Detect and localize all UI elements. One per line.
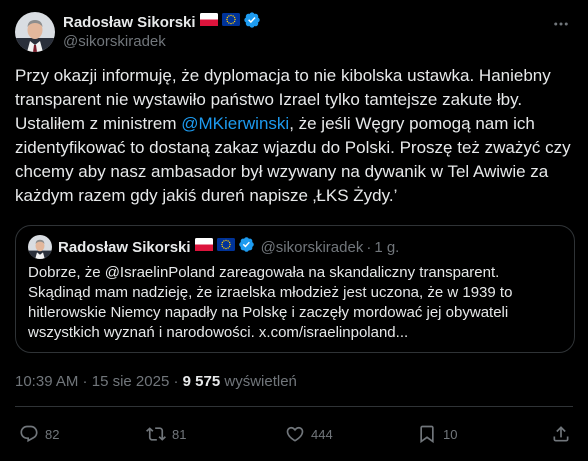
bookmark-count: 10	[443, 426, 458, 442]
share-icon	[551, 424, 571, 444]
divider	[15, 406, 573, 407]
views-label: wyświetleń	[220, 373, 297, 390]
quoted-tweet-text: Dobrze, że @IsraelinPoland zareagowała n…	[28, 264, 513, 341]
repost-icon	[146, 424, 166, 444]
quoted-tweet-header: Radosław Sikorski @sikorskiradek · 1 g.	[28, 235, 400, 259]
tweet-header: Radosław Sikorski @sikorskiradek	[15, 10, 261, 54]
bookmark-button[interactable]: 10	[417, 420, 457, 448]
tweet-meta: 10:39 AM · 15 sie 2025 · 9 575 wyświetle…	[15, 372, 297, 392]
repost-button[interactable]: 81	[146, 420, 186, 448]
like-count: 444	[311, 426, 333, 442]
more-icon[interactable]	[551, 14, 571, 34]
avatar[interactable]	[15, 12, 55, 52]
quoted-display-name: Radosław Sikorski	[58, 238, 191, 256]
quoted-avatar	[28, 235, 52, 259]
views-count: 9 575	[182, 373, 221, 390]
verified-badge-icon[interactable]	[243, 11, 261, 34]
action-bar: 82 81 444 10	[15, 420, 575, 448]
poland-flag-icon	[194, 238, 213, 256]
bookmark-icon	[417, 424, 437, 444]
share-button[interactable]	[551, 420, 571, 448]
like-button[interactable]: 444	[285, 420, 333, 448]
quoted-timestamp: 1 g.	[374, 238, 400, 256]
post-time[interactable]: 10:39 AM	[15, 373, 78, 390]
mention-link[interactable]: @MKierwinski	[181, 114, 289, 133]
reply-count: 82	[45, 426, 60, 442]
eu-flag-icon	[221, 13, 240, 31]
tweet: Radosław Sikorski @sikorskiradek Przy ok…	[0, 0, 588, 461]
verified-badge-icon	[238, 236, 255, 258]
meta-separator: ·	[169, 373, 183, 390]
quoted-tweet[interactable]: Radosław Sikorski @sikorskiradek · 1 g. …	[15, 225, 575, 353]
tweet-text: Przy okazji informuję, że dyplomacja to …	[15, 64, 577, 208]
quoted-separator: ·	[366, 238, 372, 256]
heart-icon	[285, 424, 305, 444]
quoted-handle: @sikorskiradek	[260, 238, 364, 256]
post-date[interactable]: 15 sie 2025	[92, 373, 170, 390]
author-names: Radosław Sikorski @sikorskiradek	[63, 11, 261, 52]
name-row: Radosław Sikorski	[63, 11, 261, 34]
reply-button[interactable]: 82	[19, 420, 59, 448]
repost-count: 81	[172, 426, 187, 442]
eu-flag-icon	[216, 238, 235, 256]
author-handle[interactable]: @sikorskiradek	[63, 32, 261, 52]
meta-separator: ·	[78, 373, 92, 390]
poland-flag-icon	[199, 13, 218, 31]
display-name[interactable]: Radosław Sikorski	[63, 14, 196, 31]
reply-icon	[19, 424, 39, 444]
